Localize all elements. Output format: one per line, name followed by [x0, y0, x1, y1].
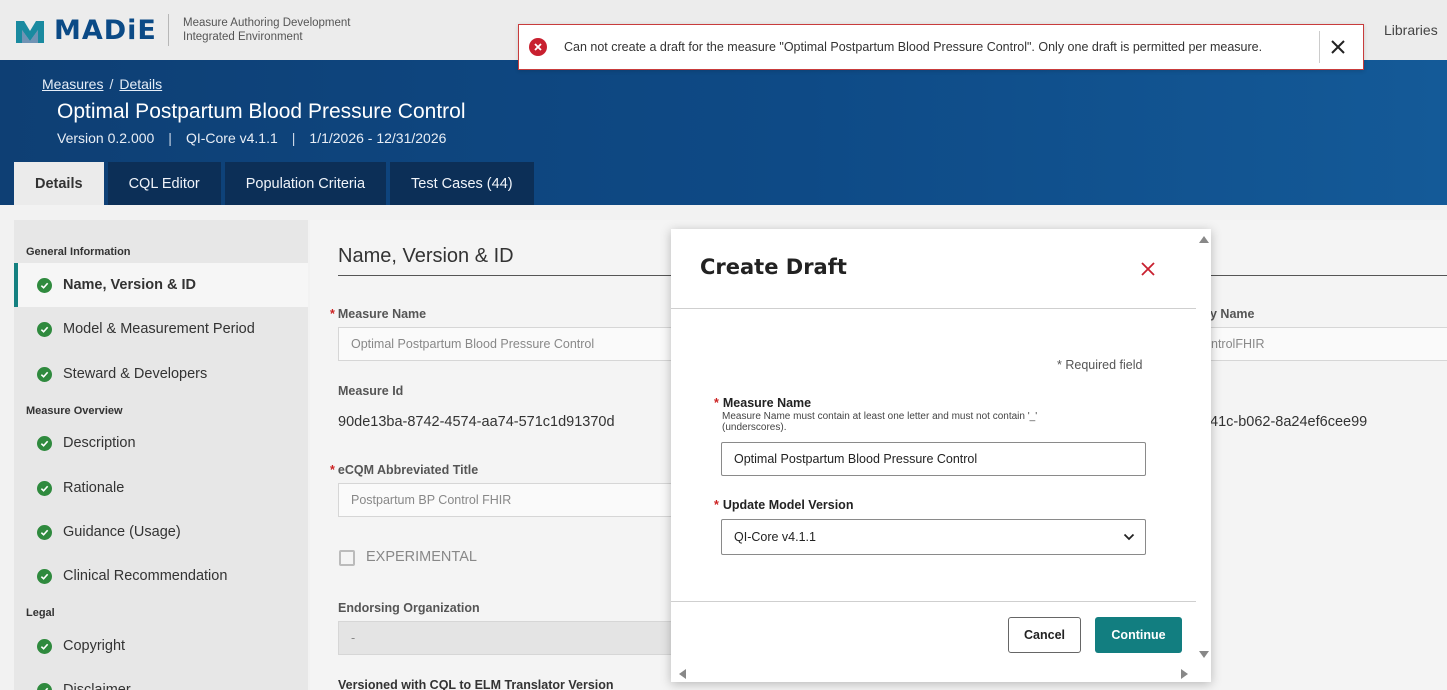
measure-model: QI-Core v4.1.1 [185, 130, 278, 146]
experimental-label: EXPERIMENTAL [366, 549, 477, 565]
check-circle-icon [37, 277, 52, 293]
app-subtitle-line2: Integrated Environment [183, 31, 303, 43]
tab-details[interactable]: Details [14, 162, 104, 205]
check-circle-icon [37, 435, 52, 451]
sidebar-item-name-version-id[interactable]: Name, Version & ID [14, 263, 308, 307]
logo-divider [168, 14, 169, 46]
measure-name-help: Measure Name must contain at least one l… [722, 411, 1038, 433]
tab-population-criteria[interactable]: Population Criteria [224, 162, 387, 205]
sidebar-item-label: Steward & Developers [63, 366, 208, 382]
sidebar-item-model-period[interactable]: Model & Measurement Period [14, 307, 308, 351]
model-version-value: QI-Core v4.1.1 [734, 530, 816, 544]
error-icon [529, 38, 547, 56]
section-title: Name, Version & ID [338, 245, 514, 267]
check-circle-icon [37, 638, 52, 654]
continue-button[interactable]: Continue [1095, 617, 1182, 653]
tab-cql-editor[interactable]: CQL Editor [107, 162, 221, 205]
error-toast: Can not create a draft for the measure "… [518, 24, 1364, 70]
close-icon[interactable] [1330, 39, 1346, 55]
tab-test-cases[interactable]: Test Cases (44) [390, 162, 534, 205]
cancel-button[interactable]: Cancel [1008, 617, 1081, 653]
draft-measure-name-value: Optimal Postpartum Blood Pressure Contro… [734, 452, 978, 466]
nav-libraries-link[interactable]: Libraries [1384, 22, 1438, 38]
app-subtitle-line1: Measure Authoring Development [183, 17, 351, 29]
measure-id-value: 90de13ba-8742-4574-aa74-571c1d91370d [338, 414, 615, 430]
draft-measure-name-input[interactable]: Optimal Postpartum Blood Pressure Contro… [721, 442, 1146, 476]
dialog-footer-divider [671, 601, 1196, 602]
toast-message: Can not create a draft for the measure "… [564, 40, 1263, 54]
sidebar-item-label: Name, Version & ID [63, 277, 196, 293]
library-name-value: ntrolFHIR [1211, 337, 1265, 351]
scroll-right-arrow-icon[interactable] [1181, 669, 1188, 679]
logo-text: MADiE [54, 15, 157, 46]
nav-heading-general: General Information [26, 246, 131, 258]
measure-name-label: * Measure Name [330, 307, 427, 321]
check-circle-icon [37, 568, 52, 584]
sidebar-item-label: Description [63, 435, 136, 451]
breadcrumb-measures-link[interactable]: Measures [42, 76, 103, 92]
nav-heading-legal: Legal [26, 607, 55, 619]
scroll-down-arrow-icon[interactable] [1199, 651, 1209, 658]
sidebar-item-label: Model & Measurement Period [63, 321, 255, 337]
endorsing-org-label: Endorsing Organization [338, 601, 480, 615]
dialog-header-divider [671, 308, 1196, 309]
check-circle-icon [37, 524, 52, 540]
set-id-value: 41c-b062-8a24ef6cee99 [1210, 414, 1368, 430]
create-draft-dialog: Create Draft * Required field * Measure N… [671, 229, 1211, 682]
meta-separator: | [168, 130, 172, 146]
measure-id-label: Measure Id [338, 384, 404, 398]
measure-title: Optimal Postpartum Blood Pressure Contro… [57, 100, 466, 123]
check-circle-icon [37, 366, 52, 382]
model-version-label: * Update Model Version [714, 498, 854, 512]
app-subtitle: Measure Authoring Development Integrated… [183, 16, 351, 44]
breadcrumb-separator: / [109, 76, 114, 92]
model-version-select[interactable]: QI-Core v4.1.1 [721, 519, 1146, 555]
sidebar-item-label: Guidance (Usage) [63, 524, 181, 540]
details-sidebar: General Information Name, Version & ID M… [14, 220, 308, 690]
check-circle-icon [37, 321, 52, 337]
check-circle-icon [37, 682, 52, 690]
breadcrumb: Measures / Details [42, 76, 162, 92]
sidebar-item-rationale[interactable]: Rationale [14, 466, 308, 510]
sidebar-item-copyright[interactable]: Copyright [14, 624, 308, 668]
nav-heading-overview: Measure Overview [26, 405, 123, 417]
endorsing-org-select[interactable]: - [338, 621, 678, 655]
sidebar-item-label: Rationale [63, 480, 125, 496]
measure-meta: Version 0.2.000 | QI-Core v4.1.1 | 1/1/2… [57, 130, 446, 146]
experimental-checkbox[interactable] [339, 550, 355, 566]
sidebar-item-steward-developers[interactable]: Steward & Developers [14, 352, 308, 396]
close-icon[interactable] [1141, 262, 1155, 276]
translator-version-label: Versioned with CQL to ELM Translator Ver… [338, 678, 614, 690]
sidebar-item-label: Clinical Recommendation [63, 568, 228, 584]
measure-name-label: * Measure Name [714, 396, 812, 410]
ecqm-title-label: * eCQM Abbreviated Title [330, 463, 479, 477]
required-field-note: * Required field [1057, 358, 1143, 372]
sidebar-item-guidance[interactable]: Guidance (Usage) [14, 510, 308, 554]
dialog-title: Create Draft [700, 255, 847, 279]
sidebar-item-disclaimer[interactable]: Disclaimer [14, 668, 308, 690]
sidebar-item-clinical-recommendation[interactable]: Clinical Recommendation [14, 554, 308, 598]
library-name-input[interactable]: ntrolFHIR [1198, 327, 1447, 361]
breadcrumb-details-link[interactable]: Details [119, 76, 162, 92]
library-name-label: y Name [1210, 307, 1255, 321]
chevron-down-icon [1123, 533, 1135, 541]
scroll-left-arrow-icon[interactable] [679, 669, 686, 679]
sidebar-item-description[interactable]: Description [14, 421, 308, 465]
measure-period: 1/1/2026 - 12/31/2026 [309, 130, 447, 146]
meta-separator: | [291, 130, 296, 146]
measure-version: Version 0.2.000 [57, 130, 155, 146]
ecqm-title-input[interactable]: Postpartum BP Control FHIR [338, 483, 678, 517]
scroll-up-arrow-icon[interactable] [1199, 236, 1209, 243]
measure-tabs: Details CQL Editor Population Criteria T… [14, 162, 538, 205]
madie-logo-icon [16, 20, 44, 43]
measure-name-input[interactable]: Optimal Postpartum Blood Pressure Contro… [338, 327, 678, 361]
sidebar-item-label: Disclaimer [63, 682, 131, 690]
sidebar-item-label: Copyright [63, 638, 126, 654]
check-circle-icon [37, 480, 52, 496]
toast-divider [1319, 31, 1320, 63]
madie-logo[interactable]: MADiE [14, 15, 157, 46]
